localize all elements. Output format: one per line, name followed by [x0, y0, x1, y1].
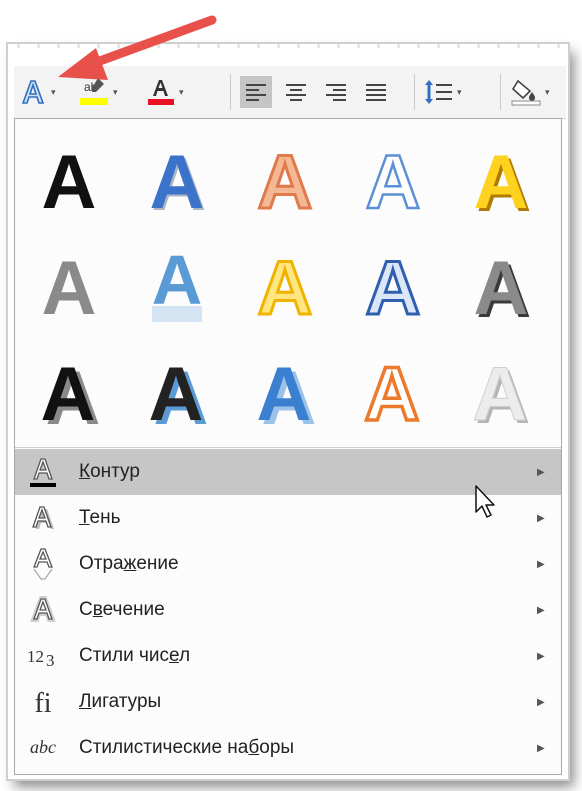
submenu-arrow-icon: ▶	[537, 696, 545, 708]
effect-style-8[interactable]: A	[231, 233, 339, 339]
effect-style-7[interactable]: A	[123, 233, 231, 339]
menu-item-number-styles[interactable]: 12 3 Стили чисел ▶	[15, 633, 561, 679]
menu-item-label: Свечение	[79, 599, 165, 620]
svg-text:A: A	[366, 140, 421, 225]
svg-text:12: 12	[27, 647, 44, 666]
effect-preview-black: A	[42, 140, 97, 225]
submenu-arrow-icon: ▶	[537, 558, 545, 570]
svg-text:A: A	[258, 246, 313, 331]
effect-preview-black-shadow: A A	[41, 352, 101, 441]
callout-arrow-icon	[58, 15, 217, 80]
effect-preview-orange-outline: A	[256, 139, 314, 227]
effect-style-9[interactable]: A	[339, 233, 447, 339]
outline-icon	[25, 454, 61, 490]
effect-style-13[interactable]: A A	[231, 339, 339, 445]
menu-divider	[15, 447, 561, 448]
effect-preview-yellow-outline: A	[256, 245, 314, 333]
svg-text:A: A	[366, 246, 421, 331]
effect-preview-dark-gray: A A	[474, 246, 532, 334]
text-effects-menu: A A A A A A A A A A A A A A A A A A A A …	[14, 118, 562, 775]
effect-style-6[interactable]: A	[15, 233, 123, 339]
effect-preview-blue: A A	[150, 140, 207, 227]
effect-preview-white-blue-outline: A	[364, 139, 421, 227]
outline-color-bar	[30, 483, 56, 487]
effect-preview-silver: A A	[472, 352, 530, 441]
effect-style-11[interactable]: A A	[15, 339, 123, 445]
svg-text:fi: fi	[34, 688, 51, 719]
menu-item-label: Отражение	[79, 553, 179, 574]
effect-preview-gold: A A	[474, 140, 532, 228]
shadow-icon	[25, 500, 61, 536]
stylistic-sets-icon: abc	[25, 730, 61, 766]
menu-item-label: Стилистические наборы	[79, 737, 295, 758]
svg-text:3: 3	[46, 651, 55, 670]
effect-style-3[interactable]: A	[231, 127, 339, 233]
svg-text:A: A	[258, 140, 313, 225]
svg-text:A: A	[474, 140, 529, 225]
submenu-arrow-icon: ▶	[537, 512, 545, 524]
mouse-cursor-icon	[475, 485, 495, 518]
menu-item-ligatures[interactable]: fi Лигатуры ▶	[15, 679, 561, 725]
effect-style-12[interactable]: A A	[123, 339, 231, 445]
ligatures-icon: fi	[25, 684, 61, 720]
svg-text:A: A	[257, 352, 312, 437]
effect-preview-gray: A	[42, 246, 97, 331]
submenu-arrow-icon: ▶	[537, 650, 545, 662]
submenu-arrow-icon: ▶	[537, 742, 545, 754]
glow-icon	[25, 592, 61, 628]
reflection-icon	[25, 546, 61, 582]
effect-preview-orange-inline: A	[363, 350, 421, 439]
submenu-arrow-icon: ▶	[537, 466, 545, 478]
effect-preview-double-blue-outline: A	[364, 245, 422, 333]
effect-style-2[interactable]: A A	[123, 127, 231, 233]
svg-text:A: A	[42, 140, 97, 225]
submenu-arrow-icon: ▶	[537, 604, 545, 616]
menu-item-stylistic-sets[interactable]: abc Стилистические наборы ▶	[15, 725, 561, 771]
menu-item-label: Лигатуры	[79, 691, 162, 712]
effect-preview-blue-shadow: A A	[257, 352, 317, 441]
svg-text:A: A	[473, 352, 528, 437]
svg-text:A: A	[41, 352, 96, 437]
menu-item-label: Тень	[79, 507, 121, 528]
svg-text:A: A	[365, 352, 420, 437]
svg-text:A: A	[149, 352, 204, 437]
svg-text:A: A	[150, 140, 205, 225]
effect-style-4[interactable]: A	[339, 127, 447, 233]
effect-preview-blue-reflection: A	[152, 241, 202, 322]
number-styles-icon: 12 3	[25, 638, 61, 674]
svg-text:A: A	[42, 246, 97, 331]
effect-style-10[interactable]: A A	[447, 233, 555, 339]
effect-preview-black-blue-shadow: A A	[149, 352, 209, 441]
svg-text:abc: abc	[30, 737, 56, 757]
effect-style-15[interactable]: A A	[447, 339, 555, 445]
effect-style-14[interactable]: A	[339, 339, 447, 445]
svg-text:A: A	[474, 246, 529, 331]
menu-item-glow[interactable]: Свечение ▶	[15, 587, 561, 633]
effect-style-1[interactable]: A	[15, 127, 123, 233]
menu-item-reflection[interactable]: Отражение ▶	[15, 541, 561, 587]
menu-item-label: Контур	[79, 461, 140, 482]
menu-item-label: Стили чисел	[79, 645, 191, 666]
effect-style-5[interactable]: A A	[447, 127, 555, 233]
text-effects-gallery: A A A A A A A A A A A A A A A A A A A A …	[15, 119, 561, 442]
